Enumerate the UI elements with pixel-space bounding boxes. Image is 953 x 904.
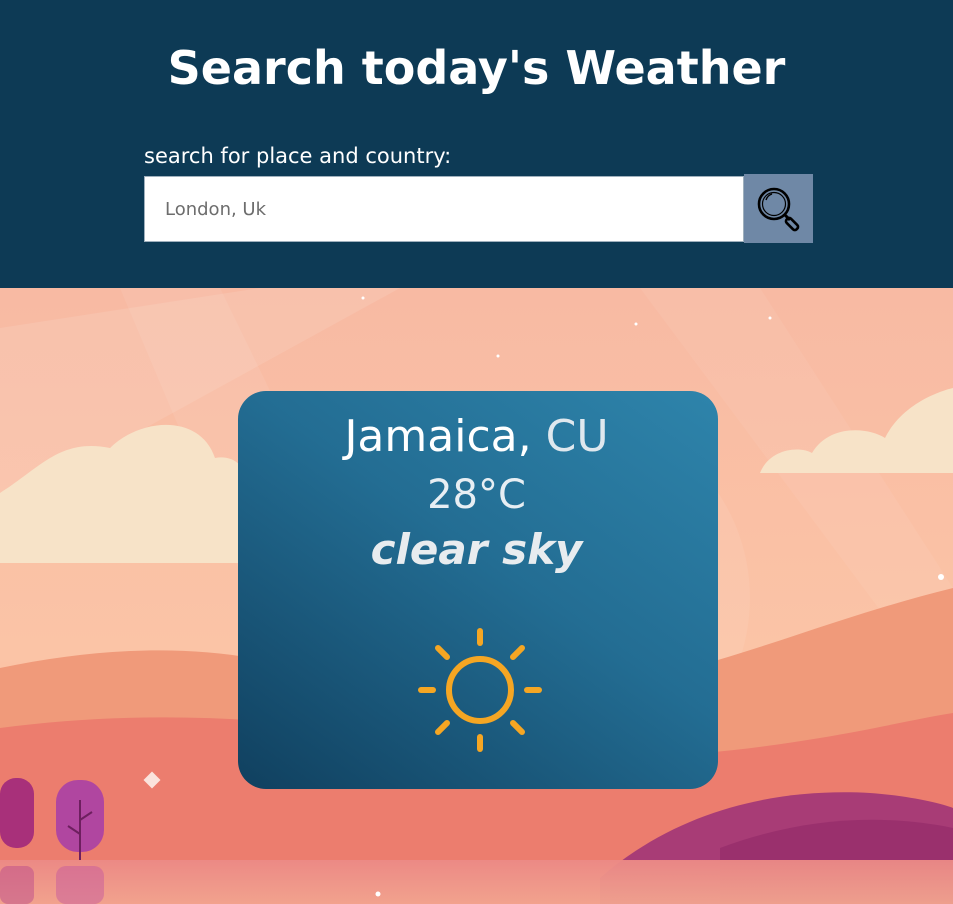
country-code: CU bbox=[545, 411, 609, 462]
temperature: 28°C bbox=[427, 472, 526, 518]
search-button[interactable] bbox=[744, 174, 813, 243]
search-label: search for place and country: bbox=[144, 144, 452, 168]
city-name: Jamaica, bbox=[344, 411, 532, 462]
header-bar: Search today's Weather search for place … bbox=[0, 0, 953, 288]
location-label: Jamaica, CU bbox=[0, 410, 953, 464]
page-title: Search today's Weather bbox=[167, 41, 786, 95]
magnifier-icon bbox=[757, 187, 799, 231]
search-input[interactable] bbox=[144, 176, 744, 242]
sun-icon bbox=[418, 628, 542, 752]
weather-description: clear sky bbox=[370, 525, 583, 574]
